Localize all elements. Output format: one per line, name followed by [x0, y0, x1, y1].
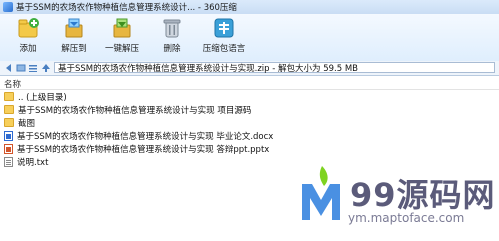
text-file-icon — [4, 156, 13, 167]
watermark-logo — [300, 162, 342, 224]
folder-icon — [4, 105, 14, 114]
one-click-extract-button-label: 一键解压 — [104, 44, 139, 54]
list-item-source-folder[interactable]: 基于SSM的农场农作物种植信息管理系统设计与实现 项目源码 — [4, 103, 251, 116]
window-title: 基于SSM的农场农作物种植信息管理系统设计... - 360压缩 — [16, 3, 237, 13]
archive-language-icon — [212, 17, 236, 39]
view-list-icon[interactable] — [16, 63, 26, 73]
add-button-label: 添加 — [19, 44, 37, 54]
extract-to-icon — [62, 17, 86, 39]
word-document-icon — [4, 130, 13, 141]
list-item-label: 基于SSM的农场农作物种植信息管理系统设计与实现 项目源码 — [18, 105, 252, 116]
one-click-extract-icon — [110, 17, 134, 39]
one-click-extract-button[interactable]: 一键解压 — [98, 17, 146, 54]
delete-button-label: 删除 — [163, 44, 181, 54]
up-folder-icon[interactable] — [41, 63, 51, 73]
watermark-brand: 99源码网 — [350, 176, 496, 214]
back-arrow-icon[interactable] — [4, 63, 14, 73]
list-item-parent-dir[interactable]: .. (上级目录) — [4, 90, 67, 103]
address-bar: 基于SSM的农场农作物种植信息管理系统设计与实现.zip - 解包大小为 59.… — [0, 61, 499, 76]
add-button[interactable]: 添加 — [4, 17, 52, 54]
folder-icon — [4, 92, 14, 101]
list-item-label: 基于SSM的农场农作物种植信息管理系统设计与实现 毕业论文.docx — [17, 131, 274, 142]
toolbar: 添加 解压到 一键解压 删除 压缩包语言 — [0, 14, 499, 62]
extract-to-button[interactable]: 解压到 — [50, 17, 98, 54]
address-text: 基于SSM的农场农作物种植信息管理系统设计与实现.zip - 解包大小为 59.… — [58, 63, 359, 74]
add-icon — [16, 17, 40, 39]
app-icon — [3, 2, 13, 12]
view-details-icon[interactable] — [28, 63, 38, 73]
list-item-label: .. (上级目录) — [18, 92, 67, 103]
list-item-label: 基于SSM的农场农作物种植信息管理系统设计与实现 答辩ppt.pptx — [17, 144, 270, 155]
folder-icon — [4, 118, 14, 127]
archive-language-button-label: 压缩包语言 — [202, 44, 246, 54]
archive-language-button[interactable]: 压缩包语言 — [196, 17, 252, 54]
header-divider — [0, 89, 499, 90]
address-field[interactable]: 基于SSM的农场农作物种植信息管理系统设计与实现.zip - 解包大小为 59.… — [54, 62, 495, 74]
extract-to-button-label: 解压到 — [61, 44, 87, 54]
list-item-readme-txt[interactable]: 说明.txt — [4, 155, 48, 168]
delete-icon — [160, 17, 184, 39]
powerpoint-file-icon — [4, 143, 13, 154]
list-item-defense-pptx[interactable]: 基于SSM的农场农作物种植信息管理系统设计与实现 答辩ppt.pptx — [4, 142, 269, 155]
list-item-screenshots-folder[interactable]: 截图 — [4, 116, 35, 129]
watermark-url: ym.maptoface.com — [348, 211, 465, 225]
delete-button[interactable]: 删除 — [148, 17, 196, 54]
title-bar: 基于SSM的农场农作物种植信息管理系统设计... - 360压缩 — [0, 0, 499, 14]
list-item-thesis-docx[interactable]: 基于SSM的农场农作物种植信息管理系统设计与实现 毕业论文.docx — [4, 129, 273, 142]
list-item-label: 说明.txt — [17, 157, 49, 168]
list-item-label: 截图 — [18, 118, 36, 129]
